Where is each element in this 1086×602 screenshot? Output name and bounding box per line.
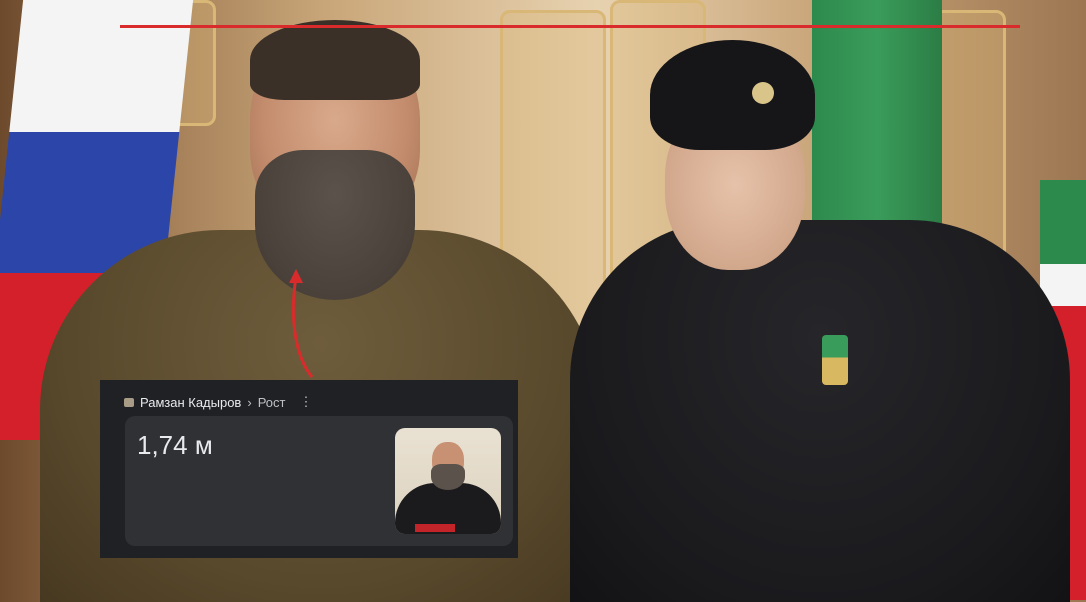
site-favicon-icon bbox=[124, 397, 134, 407]
breadcrumb-separator: › bbox=[247, 394, 252, 410]
height-answer: 1,74 м bbox=[137, 430, 213, 460]
search-answer-card: Рамзан Кадыров › Рост ⋮ 1,74 м bbox=[100, 380, 518, 558]
red-arrow-icon bbox=[289, 269, 314, 378]
portrait-thumbnail[interactable] bbox=[395, 428, 501, 534]
right-person-uniform bbox=[570, 220, 1070, 602]
more-vert-icon[interactable]: ⋮ bbox=[299, 394, 312, 410]
breadcrumb-entity[interactable]: Рамзан Кадыров bbox=[140, 395, 241, 410]
card-header: Рамзан Кадыров › Рост ⋮ bbox=[124, 392, 312, 412]
answer-box: 1,74 м bbox=[125, 416, 513, 546]
left-person-beard bbox=[255, 150, 415, 300]
beret-badge-icon bbox=[752, 82, 774, 104]
left-person-hair bbox=[250, 20, 420, 100]
right-person-beret bbox=[650, 40, 815, 150]
breadcrumb-topic[interactable]: Рост bbox=[258, 395, 286, 410]
thumbnail-beard bbox=[431, 464, 465, 490]
thumbnail-red-folder bbox=[415, 524, 455, 532]
medal-icon bbox=[822, 335, 848, 385]
height-reference-line bbox=[120, 25, 1020, 28]
